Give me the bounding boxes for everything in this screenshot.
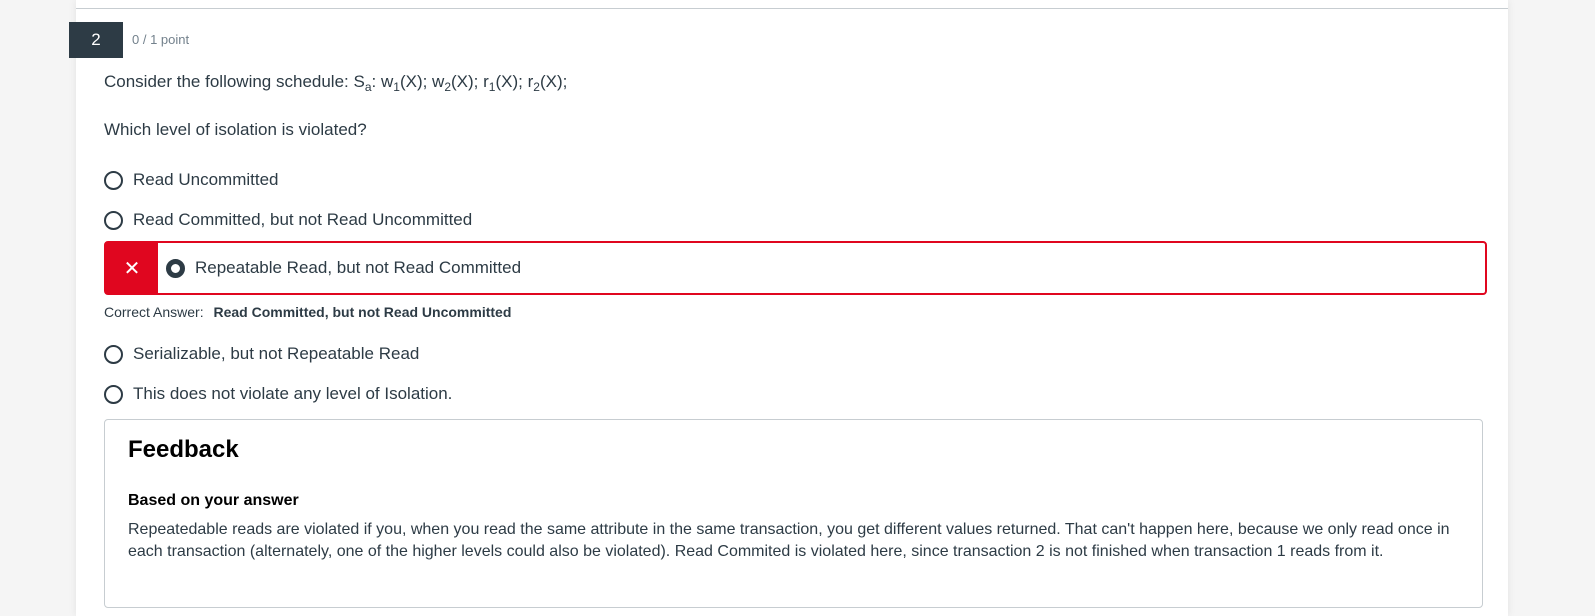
radio-button[interactable] xyxy=(104,344,123,364)
answer-label: Read Uncommitted xyxy=(133,170,279,189)
answer-option[interactable]: Repeatable Read, but not Read Committed xyxy=(166,243,521,293)
answer-option[interactable]: Serializable, but not Repeatable Read xyxy=(104,344,419,364)
correct-answer-value: Read Committed, but not Read Uncommitted xyxy=(213,304,512,320)
answer-option[interactable]: This does not violate any level of Isola… xyxy=(104,384,452,404)
feedback-subtitle: Based on your answer xyxy=(128,492,299,509)
answer-label: Read Committed, but not Read Uncommitted xyxy=(133,210,473,229)
radio-button[interactable] xyxy=(104,384,123,404)
answer-option[interactable]: Read Committed, but not Read Uncommitted xyxy=(104,210,472,230)
answer-option[interactable]: Read Uncommitted xyxy=(104,170,279,190)
question-number: 2 xyxy=(69,22,123,58)
correct-answer: Correct Answer: Read Committed, but not … xyxy=(104,304,511,320)
answer-label: Repeatable Read, but not Read Committed xyxy=(195,258,522,277)
feedback-text: Repeatedable reads are violated if you, … xyxy=(128,521,1450,560)
divider xyxy=(76,8,1508,9)
feedback-panel: Feedback Based on your answer Repeatedab… xyxy=(104,419,1483,608)
question-points: 0 / 1 point xyxy=(132,32,190,47)
answer-label: This does not violate any level of Isola… xyxy=(133,384,453,403)
answer-label: Serializable, but not Repeatable Read xyxy=(133,344,420,363)
question-text: Consider the following schedule: Sa: w1(… xyxy=(104,72,568,94)
radio-button-selected[interactable] xyxy=(166,258,185,278)
feedback-title: Feedback xyxy=(128,436,239,463)
correct-answer-label: Correct Answer: xyxy=(104,304,204,320)
incorrect-icon: ✕ xyxy=(106,243,158,293)
question-prompt: Which level of isolation is violated? xyxy=(104,120,367,139)
radio-button[interactable] xyxy=(104,170,123,190)
radio-button[interactable] xyxy=(104,210,123,230)
selected-wrong-answer[interactable]: ✕ Repeatable Read, but not Read Committe… xyxy=(104,241,1487,295)
